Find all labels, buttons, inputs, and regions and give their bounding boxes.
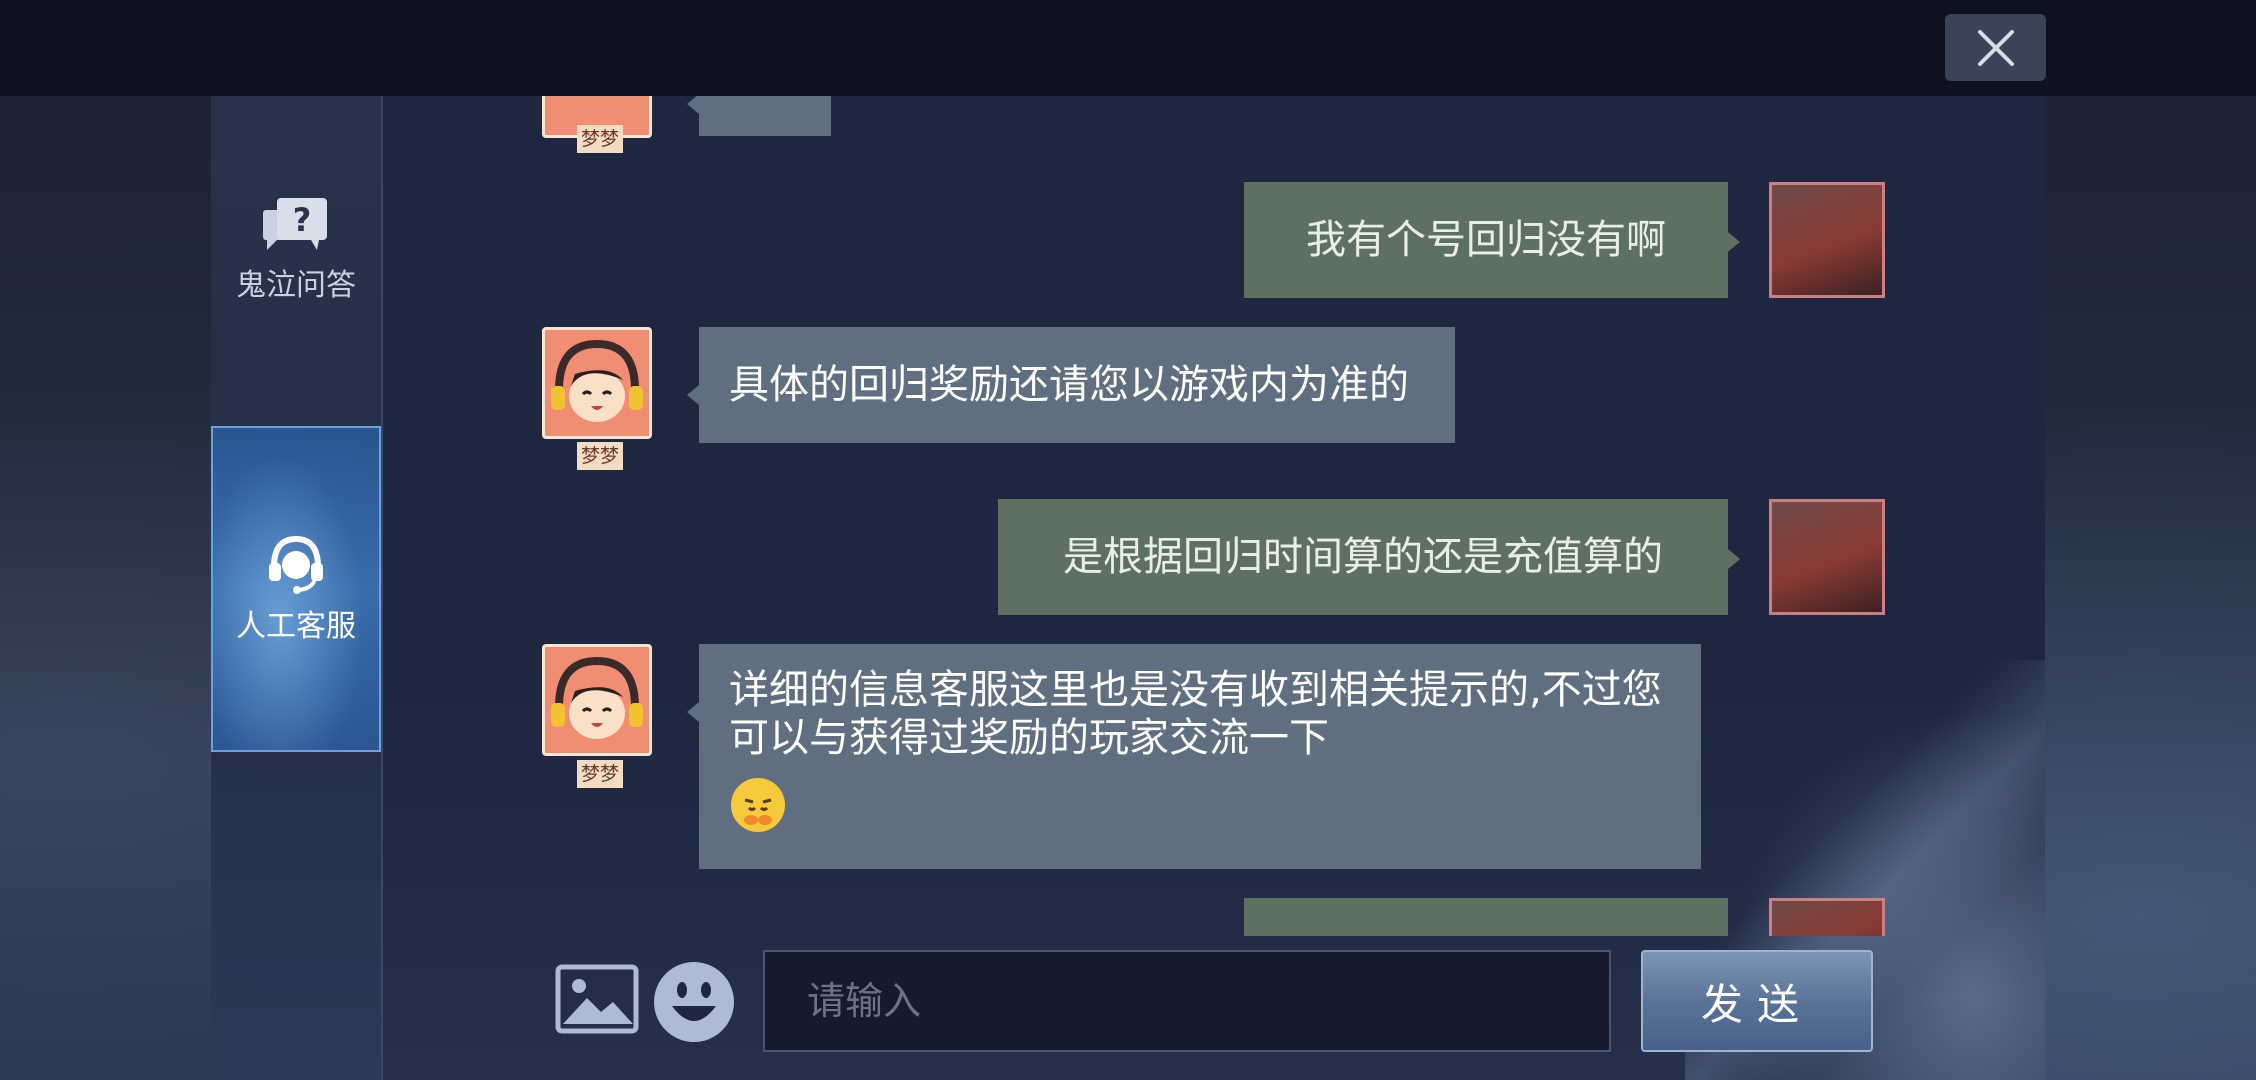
agent-avatar xyxy=(542,644,652,756)
user-avatar xyxy=(1769,182,1885,298)
message-text-line: 可以与获得过奖励的玩家交流一下 xyxy=(729,715,1329,761)
send-button-label: 发送 xyxy=(1700,979,1813,1029)
sidebar: ? 鬼泣问答 人工客服 xyxy=(211,96,383,1080)
message-bubble-user: 是根据回归时间算的还是充值算的 xyxy=(998,499,1740,615)
pouting-face-emoji xyxy=(731,778,785,832)
message-text: 我有个号回归没有啊 xyxy=(1306,217,1666,263)
headset-icon xyxy=(269,535,323,594)
svg-text:?: ? xyxy=(293,201,312,239)
question-bubble-icon: ? xyxy=(263,198,327,250)
message-bubble-user: 我有个号回归没有啊 xyxy=(1244,182,1740,298)
sidebar-item-label: 鬼泣问答 xyxy=(236,268,356,303)
agent-name-tag: 梦梦 xyxy=(577,760,623,788)
sidebar-item-label: 人工客服 xyxy=(236,609,356,644)
agent-name-tag: 梦梦 xyxy=(577,442,623,470)
message-text: 是根据回归时间算的还是充值算的 xyxy=(1063,534,1663,580)
emoji-button[interactable] xyxy=(652,960,736,1044)
message-text: 具体的回归奖励还请您以游戏内为准的 xyxy=(729,362,1409,408)
image-icon xyxy=(555,964,639,1034)
message-bubble-user-partial xyxy=(1244,898,1728,936)
sidebar-item-qa[interactable]: ? 鬼泣问答 xyxy=(211,196,381,316)
message-bubble-agent: 详细的信息客服这里也是没有收到相关提示的,不过您 可以与获得过奖励的玩家交流一下 xyxy=(687,644,1701,869)
close-icon xyxy=(1977,29,2014,66)
agent-name-tag: 梦梦 xyxy=(577,125,623,153)
user-avatar xyxy=(1769,499,1885,615)
message-input[interactable] xyxy=(763,950,1611,1052)
message-text-line: 详细的信息客服这里也是没有收到相关提示的,不过您 xyxy=(729,667,1662,713)
message-bubble-agent-partial xyxy=(687,96,831,136)
image-button[interactable] xyxy=(555,964,639,1034)
emoji-icon xyxy=(654,962,734,1042)
user-avatar xyxy=(1769,898,1885,936)
send-button[interactable]: 发送 xyxy=(1641,950,1873,1052)
close-button[interactable] xyxy=(1945,14,2046,81)
agent-face-icon xyxy=(551,339,643,422)
top-bar xyxy=(0,0,2256,96)
sidebar-item-customer-service[interactable]: 人工客服 xyxy=(211,426,381,752)
message-bubble-agent: 具体的回归奖励还请您以游戏内为准的 xyxy=(687,327,1455,443)
agent-face-icon xyxy=(551,656,643,739)
chat-message-list[interactable]: 梦梦 我有个号回归没有啊 梦梦 具体的回归奖励还请您以游戏内为准的 是根据回归时… xyxy=(381,96,2045,936)
agent-avatar xyxy=(542,327,652,439)
